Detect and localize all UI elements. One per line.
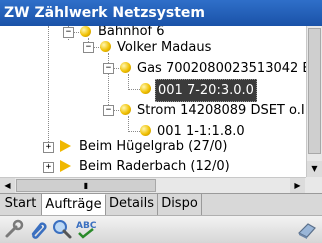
tab-auftraege[interactable]: Aufträge — [42, 194, 106, 215]
tree-item-label: Gas 7002080023513042 BGZ — [137, 61, 306, 76]
tree-connector — [48, 26, 49, 146]
node-dot-icon — [120, 104, 131, 115]
tree-item-beim-huegelgrab[interactable]: Beim Hügelgrab (27/0) — [77, 136, 229, 157]
vertical-scroll-thumb[interactable] — [308, 28, 321, 154]
node-dot-icon — [80, 26, 91, 37]
eraser-icon[interactable] — [296, 218, 318, 240]
tree-toggle-expand[interactable]: + — [43, 162, 54, 173]
bottom-toolbar: ABC — [0, 215, 322, 243]
scroll-down-button[interactable]: ▼ — [307, 161, 322, 177]
wrench-icon[interactable] — [3, 218, 25, 240]
tree-toggle-collapse[interactable]: − — [63, 27, 74, 38]
flag-icon — [60, 160, 71, 172]
tree-item-strom[interactable]: Strom 14208089 DSET o.IR( — [135, 100, 306, 121]
tree-item-label: Strom 14208089 DSET o.IR( — [137, 103, 306, 118]
tree-connector — [128, 116, 129, 132]
node-dot-icon — [100, 41, 111, 52]
scroll-corner — [306, 177, 322, 193]
tree-connector — [128, 74, 129, 90]
tree-toggle-collapse[interactable]: − — [83, 42, 94, 53]
vertical-scrollbar[interactable]: ▼ — [306, 26, 322, 177]
flag-icon — [60, 140, 71, 152]
tree-connector — [108, 53, 109, 109]
tree-item-beim-raderbach[interactable]: Beim Raderbach (12/0) — [77, 156, 232, 177]
tree-item-label: 001 7-20:3.0.0 — [155, 79, 257, 102]
horizontal-scrollbar[interactable]: ◀ ▮ ▶ — [0, 177, 306, 193]
tree-item-label: Volker Madaus — [117, 40, 212, 55]
tree-item-label: Beim Raderbach (12/0) — [79, 159, 230, 174]
tree-item-gas-register[interactable]: 001 7-20:3.0.0 — [155, 79, 257, 102]
tab-bar: Start Aufträge Details Dispo — [0, 193, 322, 215]
horizontal-scroll-thumb[interactable]: ▮ — [16, 179, 156, 192]
tree-toggle-expand[interactable]: + — [43, 142, 54, 153]
magnifier-icon[interactable] — [51, 218, 73, 240]
node-dot-icon — [140, 125, 151, 136]
tree-toggle-collapse[interactable]: − — [103, 105, 114, 116]
tree-toggle-collapse[interactable]: − — [103, 63, 114, 74]
clip-icon[interactable] — [27, 218, 49, 240]
tab-details[interactable]: Details — [106, 194, 158, 215]
tree-connector — [128, 89, 140, 90]
tree-item-gas[interactable]: Gas 7002080023513042 BGZ — [135, 58, 306, 79]
tree-view[interactable]: − Bahnhof 6 − Volker Madaus − Gas 700208… — [0, 26, 306, 177]
tab-start[interactable]: Start — [0, 194, 42, 215]
tree-item-label: Beim Hügelgrab (27/0) — [79, 139, 228, 154]
node-dot-icon — [120, 62, 131, 73]
tree-item-volker-madaus[interactable]: Volker Madaus — [115, 37, 213, 58]
node-dot-icon — [140, 83, 151, 94]
scroll-left-button[interactable]: ◀ — [0, 178, 15, 193]
spellcheck-icon[interactable]: ABC — [75, 218, 97, 240]
tab-dispo[interactable]: Dispo — [158, 194, 202, 215]
tree-connector — [128, 131, 140, 132]
svg-text:ABC: ABC — [76, 221, 97, 231]
app-title: ZW Zählwerk Netzsystem — [0, 0, 322, 26]
scroll-right-button[interactable]: ▶ — [290, 178, 305, 193]
